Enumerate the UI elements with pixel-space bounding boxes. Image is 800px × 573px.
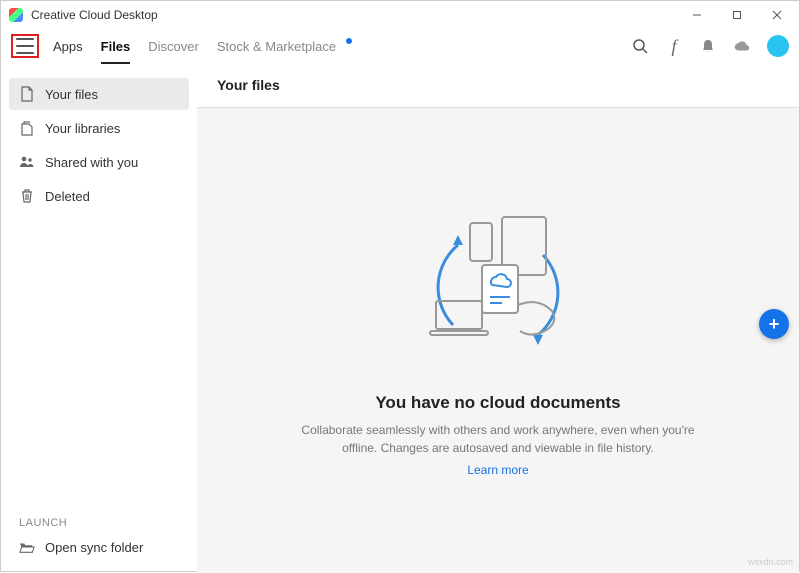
top-tabs: Apps Files Discover Stock & Marketplace [53,33,352,60]
close-button[interactable] [757,1,797,29]
learn-more-link[interactable]: Learn more [467,463,528,477]
search-button[interactable] [631,37,649,55]
maximize-button[interactable] [717,1,757,29]
add-button[interactable]: + [759,309,789,339]
search-icon [632,38,648,54]
tab-files[interactable]: Files [101,33,131,60]
empty-subtitle: Collaborate seamlessly with others and w… [298,421,698,457]
empty-title: You have no cloud documents [375,393,620,413]
sidebar-item-your-files[interactable]: Your files [9,78,189,110]
sidebar-item-label: Your files [45,87,98,102]
sidebar-item-label: Shared with you [45,155,138,170]
libraries-icon [19,120,35,136]
launch-section-label: LAUNCH [1,507,197,533]
tab-discover[interactable]: Discover [148,33,199,60]
open-sync-folder[interactable]: Open sync folder [1,533,197,573]
app-logo-icon [9,8,23,22]
folder-open-icon [19,539,35,555]
titlebar: Creative Cloud Desktop [1,1,799,29]
window-controls [677,1,797,29]
main-panel: Your files [197,63,799,573]
watermark: wsxdn.com [748,557,793,567]
file-icon [19,86,35,102]
trash-icon [19,188,35,204]
sidebar: Your files Your libraries Shared with yo… [1,63,197,573]
empty-state: You have no cloud documents Collaborate … [197,108,799,573]
cloud-documents-illustration-icon [398,205,598,375]
plus-icon: + [769,314,780,335]
people-icon [19,154,35,170]
sidebar-item-label: Your libraries [45,121,120,136]
nav-right: f [631,35,789,57]
minimize-icon [692,10,702,20]
window-title: Creative Cloud Desktop [31,8,158,22]
fonts-button[interactable]: f [665,37,683,55]
maximize-icon [732,10,742,20]
cloud-icon [733,39,751,53]
sidebar-item-deleted[interactable]: Deleted [9,180,189,212]
titlebar-left: Creative Cloud Desktop [9,8,158,22]
body: Your files Your libraries Shared with yo… [1,63,799,573]
open-sync-label: Open sync folder [45,540,143,555]
tab-apps[interactable]: Apps [53,33,83,60]
sidebar-item-shared[interactable]: Shared with you [9,146,189,178]
close-icon [772,10,782,20]
update-dot-icon [346,38,352,44]
menu-button[interactable] [16,38,34,54]
hamburger-icon [16,38,34,40]
notifications-button[interactable] [699,37,717,55]
account-avatar[interactable] [767,35,789,57]
main-header: Your files [197,63,799,108]
navbar: Apps Files Discover Stock & Marketplace … [1,29,799,63]
cloud-sync-button[interactable] [733,37,751,55]
sidebar-item-label: Deleted [45,189,90,204]
hamburger-highlight [11,34,39,58]
minimize-button[interactable] [677,1,717,29]
bell-icon [700,38,716,54]
tab-stock[interactable]: Stock & Marketplace [217,33,336,60]
sidebar-item-your-libraries[interactable]: Your libraries [9,112,189,144]
